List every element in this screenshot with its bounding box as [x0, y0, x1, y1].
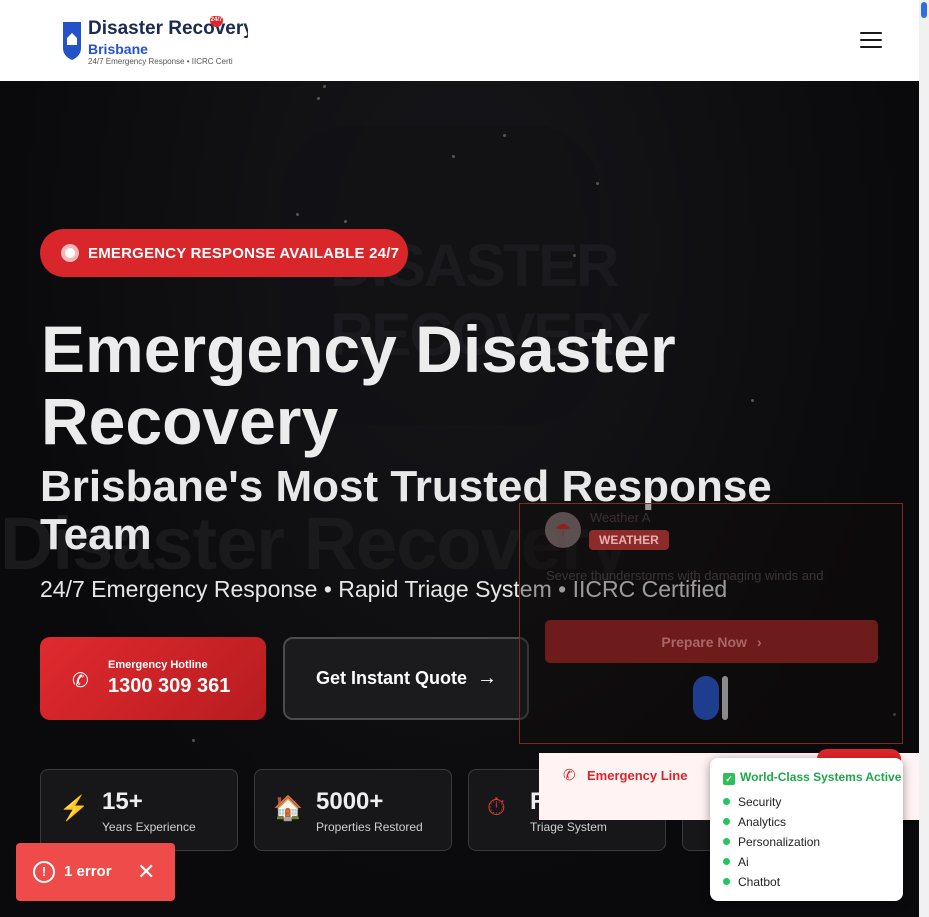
star-dot — [192, 739, 195, 742]
stat-value: 15+ — [102, 788, 143, 815]
shield-house-icon — [63, 22, 81, 60]
status-dot-icon — [723, 798, 730, 805]
prepare-now-label: Prepare Now — [661, 633, 747, 650]
star-dot — [323, 85, 326, 88]
live-dot-icon — [61, 244, 79, 262]
weather-alert-title: Weather A — [590, 510, 651, 525]
site-header: Disaster Recovery 24/7 Brisbane 24/7 Eme… — [0, 0, 919, 81]
list-item: Security — [723, 794, 820, 814]
status-dot-icon — [723, 858, 730, 865]
systems-title-text: World-Class Systems Active — [740, 770, 902, 784]
brand-name: Disaster Recovery — [88, 18, 248, 39]
stat-caption: Triage System — [530, 820, 607, 834]
systems-panel-title: ✓ World-Class Systems Active — [723, 770, 901, 785]
star-dot — [344, 220, 347, 223]
scrollbar-thumb[interactable] — [921, 2, 927, 18]
star-dot — [317, 97, 320, 100]
hotline-label: Emergency Hotline — [108, 659, 208, 671]
emergency-line-label: Emergency Line — [587, 768, 688, 783]
error-toast[interactable]: ! 1 error ✕ — [16, 843, 175, 901]
hamburger-menu-icon[interactable] — [860, 32, 882, 48]
status-dot-icon — [723, 878, 730, 885]
systems-list: Security Analytics Personalization Ai Ch… — [723, 794, 820, 894]
stopwatch-icon: ⏱ — [487, 794, 506, 821]
list-item: Chatbot — [723, 874, 820, 894]
phone-icon: ✆ — [563, 767, 576, 784]
weather-alert-panel: ☂ Weather A WEATHER Severe thunderstorms… — [519, 503, 903, 744]
star-dot — [573, 254, 576, 257]
storm-cloud-icon: ☂ — [545, 512, 581, 548]
quote-button-label: Get Instant Quote — [316, 668, 468, 688]
systems-status-panel: ✓ World-Class Systems Active Security Ana… — [710, 758, 903, 901]
alert-circle-icon: ! — [33, 861, 55, 883]
weather-tag-badge: WEATHER — [589, 530, 669, 550]
checkbox-checked-icon: ✓ — [723, 773, 735, 785]
stat-caption: Years Experience — [102, 820, 196, 834]
error-count: 1 error — [64, 863, 112, 880]
star-dot — [503, 134, 506, 137]
page-scrollbar[interactable] — [919, 0, 929, 917]
arrow-right-icon: → — [477, 667, 498, 689]
weather-alert-message: Severe thunderstorms with damaging winds… — [546, 568, 824, 583]
brand-tagline: 24/7 Emergency Response • IICRC Certi — [88, 57, 233, 66]
star-dot — [596, 182, 599, 185]
list-item: Analytics — [723, 814, 820, 834]
emergency-hotline-button[interactable]: ✆ Emergency Hotline 1300 309 361 — [40, 637, 266, 720]
stat-card-properties[interactable]: 🏠 5000+ Properties Restored — [254, 769, 452, 851]
lightning-icon: ⚡ — [59, 795, 89, 822]
stat-caption: Properties Restored — [316, 820, 423, 834]
toggle-track — [722, 676, 728, 720]
emergency-pill-label: EMERGENCY RESPONSE AVAILABLE 24/7 — [88, 244, 400, 262]
stat-card-experience[interactable]: ⚡ 15+ Years Experience — [40, 769, 238, 851]
stat-value: 5000+ — [316, 788, 384, 815]
star-dot — [296, 213, 299, 216]
hotline-number: 1300 309 361 — [108, 675, 231, 697]
status-dot-icon — [723, 838, 730, 845]
brand-city: Brisbane — [88, 41, 148, 57]
close-icon[interactable]: ✕ — [137, 859, 155, 885]
list-item: Ai — [723, 854, 820, 874]
chevron-right-icon: › — [756, 633, 762, 650]
status-dot-icon — [723, 818, 730, 825]
emergency-available-pill[interactable]: EMERGENCY RESPONSE AVAILABLE 24/7 — [40, 229, 408, 277]
brand-logo[interactable]: Disaster Recovery 24/7 Brisbane 24/7 Eme… — [62, 16, 248, 68]
list-item: Personalization — [723, 834, 820, 854]
toggle-switch[interactable] — [693, 676, 719, 720]
hero-title: Emergency Disaster Recovery — [41, 312, 676, 458]
prepare-now-button[interactable]: Prepare Now › — [545, 620, 878, 663]
phone-icon: ✆ — [72, 670, 89, 692]
house-icon: 🏠 — [273, 795, 303, 822]
get-quote-button[interactable]: Get Instant Quote → — [283, 637, 529, 720]
star-dot — [452, 155, 455, 158]
